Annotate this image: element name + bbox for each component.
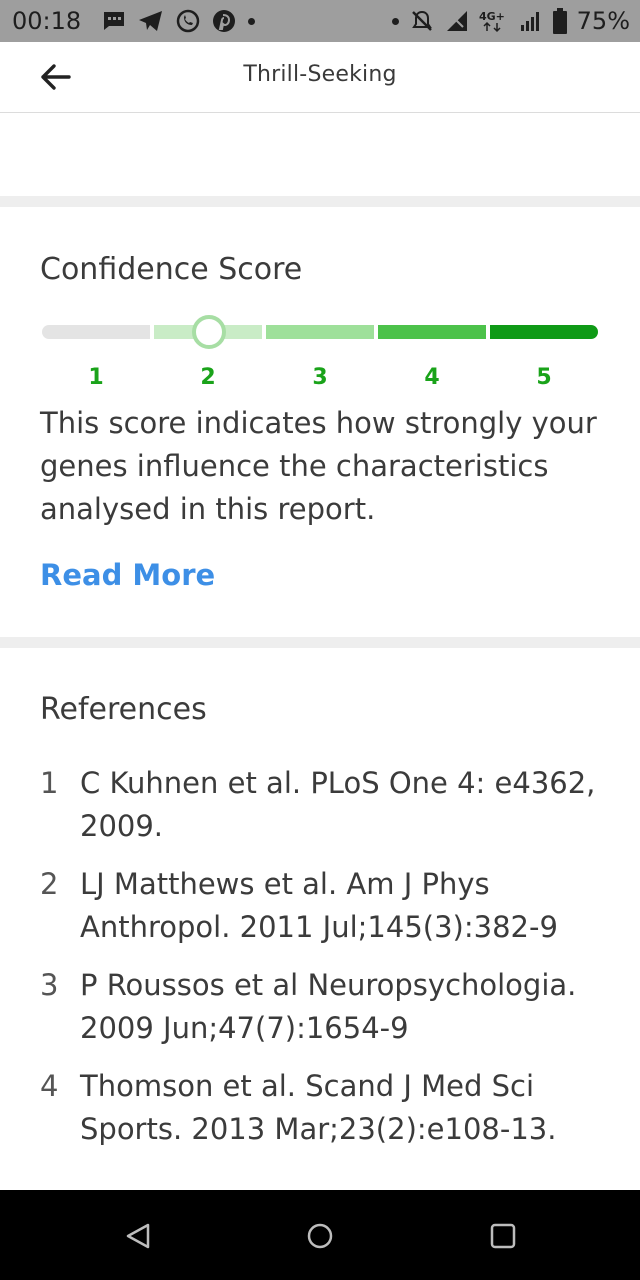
reference-number: 1: [40, 766, 59, 800]
battery-percentage: 75%: [576, 7, 630, 35]
app-bar: Thrill-Seeking: [0, 42, 640, 113]
message-icon: [104, 12, 124, 30]
confidence-title: Confidence Score: [40, 252, 303, 287]
list-item: 3 P Roussos et al Neuropsychologia. 2009…: [40, 964, 610, 1050]
svg-text:4G+: 4G+: [479, 10, 505, 23]
notification-icons: [102, 9, 255, 33]
reference-number: 2: [40, 867, 59, 901]
read-more-link[interactable]: Read More: [40, 558, 215, 592]
score-label-2: 2: [200, 365, 216, 390]
system-icons: 4G+ 75%: [391, 7, 630, 35]
list-item: 2 LJ Matthews et al. Am J Phys Anthropol…: [40, 863, 610, 949]
status-time: 00:18: [12, 7, 82, 35]
reference-text: LJ Matthews et al. Am J Phys Anthropol. …: [80, 867, 558, 944]
confidence-score-scale: [42, 315, 598, 349]
reference-number: 3: [40, 968, 59, 1002]
score-label-1: 1: [88, 365, 104, 390]
score-segment-3: [266, 325, 374, 339]
whatsapp-icon: [176, 9, 200, 33]
pinterest-icon: [213, 10, 235, 32]
status-bar: 00:18 4G+ 75%: [0, 0, 640, 42]
signal-icon: [446, 11, 467, 31]
nav-back-button[interactable]: [118, 1216, 158, 1256]
score-label-4: 4: [424, 365, 440, 390]
navigation-bar: [0, 1190, 640, 1280]
references-title: References: [40, 692, 207, 727]
score-label-5: 5: [536, 365, 552, 390]
nav-home-button[interactable]: [300, 1216, 340, 1256]
reference-text: P Roussos et al Neuropsychologia. 2009 J…: [80, 968, 577, 1045]
home-circle-icon: [307, 1223, 333, 1249]
section-divider: [0, 196, 640, 207]
back-triangle-icon: [126, 1223, 150, 1249]
score-indicator: [192, 315, 226, 349]
confidence-description: This score indicates how strongly your g…: [40, 406, 597, 526]
dot-icon: [248, 17, 255, 25]
lte-icon: 4G+: [479, 10, 505, 33]
references-list: 1 C Kuhnen et al. PLoS One 4: e4362, 200…: [40, 762, 610, 1166]
dot-icon: [391, 17, 399, 25]
section-divider: [0, 637, 640, 648]
list-item: 4 Thomson et al. Scand J Med Sci Sports.…: [40, 1065, 610, 1151]
recents-square-icon: [490, 1223, 516, 1249]
reference-text: Thomson et al. Scand J Med Sci Sports. 2…: [80, 1069, 557, 1146]
score-labels: 1 2 3 4 5: [42, 365, 598, 393]
signal-icon: [520, 12, 539, 31]
score-segment-5: [490, 325, 598, 339]
nav-recents-button[interactable]: [483, 1216, 523, 1256]
reference-number: 4: [40, 1069, 59, 1103]
score-segment-1: [42, 325, 150, 339]
mute-icon: [411, 10, 432, 31]
telegram-icon: [139, 11, 162, 31]
list-item: 1 C Kuhnen et al. PLoS One 4: e4362, 200…: [40, 762, 610, 848]
score-label-3: 3: [312, 365, 328, 390]
score-segment-4: [378, 325, 486, 339]
reference-text: C Kuhnen et al. PLoS One 4: e4362, 2009.: [80, 766, 596, 843]
battery-icon: [552, 8, 567, 34]
page-title: Thrill-Seeking: [243, 62, 397, 87]
